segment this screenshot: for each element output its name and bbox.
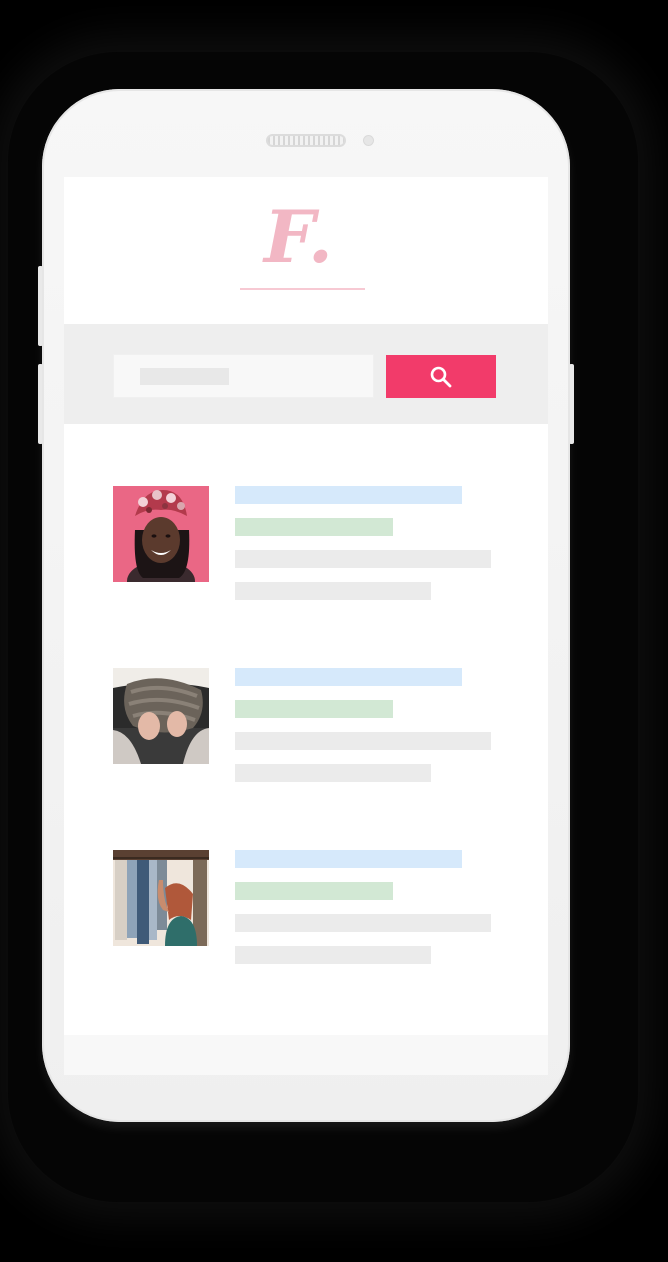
title-placeholder-bar — [235, 486, 462, 504]
text-placeholder-bar — [235, 582, 431, 600]
search-input[interactable] — [113, 354, 374, 398]
screen-bottom-edge — [64, 1035, 548, 1075]
speaker-grille — [266, 134, 346, 147]
list-item[interactable] — [113, 486, 513, 606]
text-placeholder-bar — [235, 550, 491, 568]
brand-logo[interactable]: F. — [264, 197, 354, 277]
hands-holding-knit-scarf-image — [113, 668, 209, 764]
phone-frame: F. — [42, 89, 570, 1122]
search-placeholder-bar — [140, 368, 229, 385]
results-list — [64, 424, 548, 1035]
title-placeholder-bar — [235, 668, 462, 686]
search-button[interactable] — [386, 355, 496, 398]
logo-underline — [240, 288, 365, 290]
portrait-woman-floral-headwrap-image — [113, 486, 209, 582]
list-item[interactable] — [113, 668, 513, 788]
app-screen: F. — [64, 177, 548, 1035]
text-placeholder-bar — [235, 732, 491, 750]
tag-placeholder-bar — [235, 882, 393, 900]
tag-placeholder-bar — [235, 518, 393, 536]
thumbnail-image[interactable] — [113, 668, 209, 764]
stage: F. — [0, 0, 668, 1262]
text-placeholder-bar — [235, 914, 491, 932]
app-header: F. — [64, 177, 548, 323]
title-placeholder-bar — [235, 850, 462, 868]
thumbnail-image[interactable] — [113, 486, 209, 582]
thumbnail-image[interactable] — [113, 850, 209, 946]
text-placeholder-bar — [235, 764, 431, 782]
tag-placeholder-bar — [235, 700, 393, 718]
woman-browsing-clothes-rack-image — [113, 850, 209, 946]
front-camera — [363, 135, 374, 146]
list-item[interactable] — [113, 850, 513, 970]
search-bar — [64, 324, 548, 424]
search-icon — [430, 366, 452, 388]
text-placeholder-bar — [235, 946, 431, 964]
